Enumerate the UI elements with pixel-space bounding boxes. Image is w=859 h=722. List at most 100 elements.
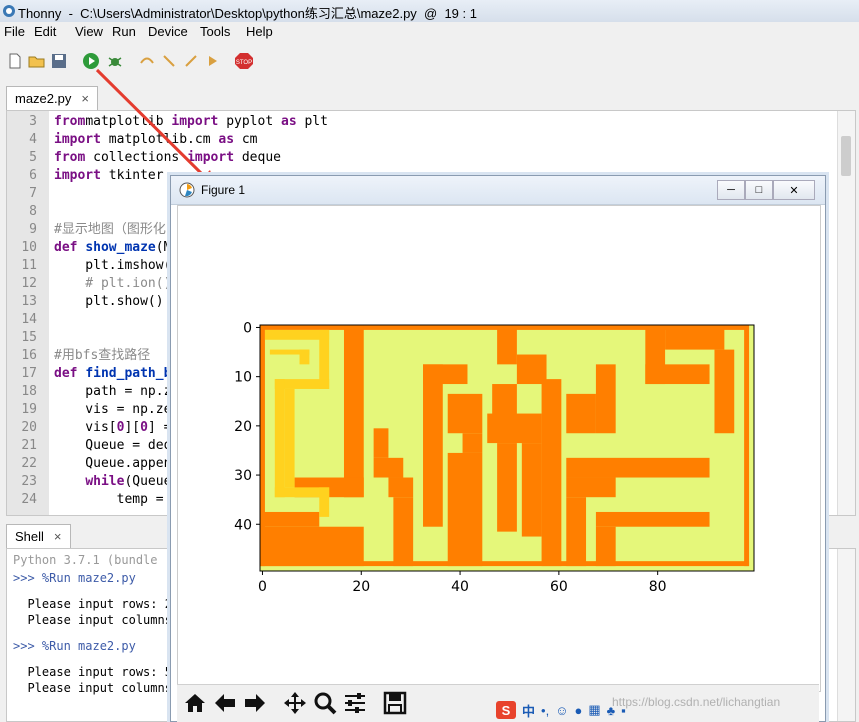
zoom-icon[interactable] [311, 689, 339, 717]
watermark: https://blog.csdn.net/lichangtian [612, 695, 781, 709]
shell-scrollbar[interactable] [837, 549, 855, 721]
menu-file[interactable]: File [4, 24, 25, 39]
punctuation-icon[interactable]: •, [541, 703, 549, 718]
menu-tools[interactable]: Tools [200, 24, 230, 39]
shell-line: Python 3.7.1 (bundle [13, 553, 158, 567]
figure-titlebar: Figure 1 ─ □ ✕ [171, 176, 825, 205]
sogou-icon[interactable]: S [496, 701, 516, 719]
run-icon[interactable] [82, 52, 100, 70]
new-file-icon[interactable] [6, 52, 24, 70]
figure-canvas[interactable]: 0 20 40 60 80 0 10 20 30 40 [177, 205, 821, 692]
line-number: 10 [21, 240, 37, 255]
code-text: import matplotlib.cm as cm [54, 132, 258, 147]
maze-wall-cell [645, 364, 710, 385]
maze-wall-cell [595, 526, 616, 567]
line-number: 16 [21, 348, 37, 363]
resume-icon[interactable] [204, 52, 222, 70]
step-into-icon[interactable] [160, 52, 178, 70]
line-number: 12 [21, 276, 37, 291]
line-number: 4 [29, 132, 37, 147]
forward-icon[interactable] [241, 689, 269, 717]
line-number: 11 [21, 258, 37, 273]
line-number: 24 [21, 492, 37, 507]
tab-shell[interactable]: Shell × [6, 524, 71, 548]
ime-chinese-icon[interactable]: 中 [522, 701, 535, 720]
maze-wall-cell [487, 413, 542, 444]
code-text: plt.show() [54, 294, 164, 309]
maze-wall-cell [521, 443, 542, 537]
tab-maze2[interactable]: maze2.py × [6, 86, 98, 110]
step-over-icon[interactable] [138, 52, 156, 70]
line-number: 19 [21, 402, 37, 417]
maze-wall-cell [423, 364, 468, 385]
save-icon[interactable] [50, 52, 68, 70]
debug-icon[interactable] [106, 52, 124, 70]
line-number: 22 [21, 456, 37, 471]
minimize-button[interactable]: ─ [717, 180, 745, 200]
maze-wall-cell [566, 457, 710, 478]
open-file-icon[interactable] [28, 52, 46, 70]
menu-device[interactable]: Device [148, 24, 188, 39]
menu-run[interactable]: Run [112, 24, 136, 39]
toolbar: STOP [0, 42, 859, 82]
code-text: from collections import deque [54, 150, 281, 165]
line-number: 6 [29, 168, 37, 183]
line-number: 13 [21, 294, 37, 309]
y-tick-label: 40 [234, 517, 252, 533]
home-icon[interactable] [181, 689, 209, 717]
maze-wall-cell [260, 526, 364, 567]
maze-wall-cell [447, 393, 483, 434]
code-text: def find_path_b [54, 366, 172, 381]
maze-wall-cell [497, 325, 517, 365]
emoji-icon[interactable]: ☺ [555, 703, 568, 718]
back-icon[interactable] [211, 689, 239, 717]
code-text: Queue = deq [54, 438, 172, 453]
editor-tab-row: maze2.py × [0, 82, 859, 110]
code-text: while(Queue [85, 474, 172, 489]
line-number: 20 [21, 420, 37, 435]
close-shell-icon[interactable]: × [54, 529, 62, 544]
step-out-icon[interactable] [182, 52, 200, 70]
maze-wall-cell [744, 325, 750, 567]
stop-icon[interactable]: STOP [234, 52, 254, 70]
maze-wall-cell [497, 443, 517, 532]
maze-wall-cell [423, 364, 443, 527]
tab-label: maze2.py [15, 91, 72, 106]
maze-path-cell [274, 379, 285, 498]
code-text: #用bfs查找路径 [54, 348, 151, 363]
shell-line: Please input columns [13, 613, 172, 627]
y-tick-label: 0 [243, 320, 252, 336]
save-figure-icon[interactable] [381, 689, 409, 717]
close-tab-icon[interactable]: × [81, 91, 89, 106]
code-text: # plt.ion() [54, 276, 172, 291]
code-text: plt.imshow( [54, 258, 172, 273]
maximize-button[interactable]: □ [745, 180, 773, 200]
close-button[interactable]: ✕ [773, 180, 815, 200]
editor-scrollbar[interactable] [837, 111, 855, 515]
code-text: def show_maze(M [54, 240, 172, 255]
x-tick-label: 0 [258, 579, 267, 595]
line-number: 17 [21, 366, 37, 381]
menu-view[interactable]: View [75, 24, 103, 39]
menu-help[interactable]: Help [246, 24, 273, 39]
code-text: path = np.z [54, 384, 172, 399]
keyboard-icon[interactable]: ▦ [588, 702, 600, 718]
microphone-icon[interactable]: ● [574, 703, 582, 718]
maze-wall-cell [260, 511, 320, 527]
stop-label: STOP [236, 60, 252, 66]
maze-path-cell [319, 487, 330, 517]
matplotlib-icon [179, 182, 195, 198]
maze-wall-cell [714, 349, 735, 434]
code-text: temp = [54, 492, 172, 507]
menu-edit[interactable]: Edit [34, 24, 56, 39]
x-tick-label: 20 [352, 579, 370, 595]
maze-wall-cell [343, 325, 364, 498]
menu-bar: File Edit View Run Device Tools Help [0, 22, 859, 42]
code-text: Queue.appen [54, 456, 172, 471]
pan-icon[interactable] [281, 689, 309, 717]
shell-line: Please input rows: 5 [13, 665, 172, 679]
code-text: frommatplotlib import pyplot as plt [54, 114, 328, 129]
y-tick-label: 30 [234, 468, 252, 484]
configure-subplots-icon[interactable] [341, 689, 369, 717]
editor-scroll-thumb[interactable] [841, 136, 851, 176]
